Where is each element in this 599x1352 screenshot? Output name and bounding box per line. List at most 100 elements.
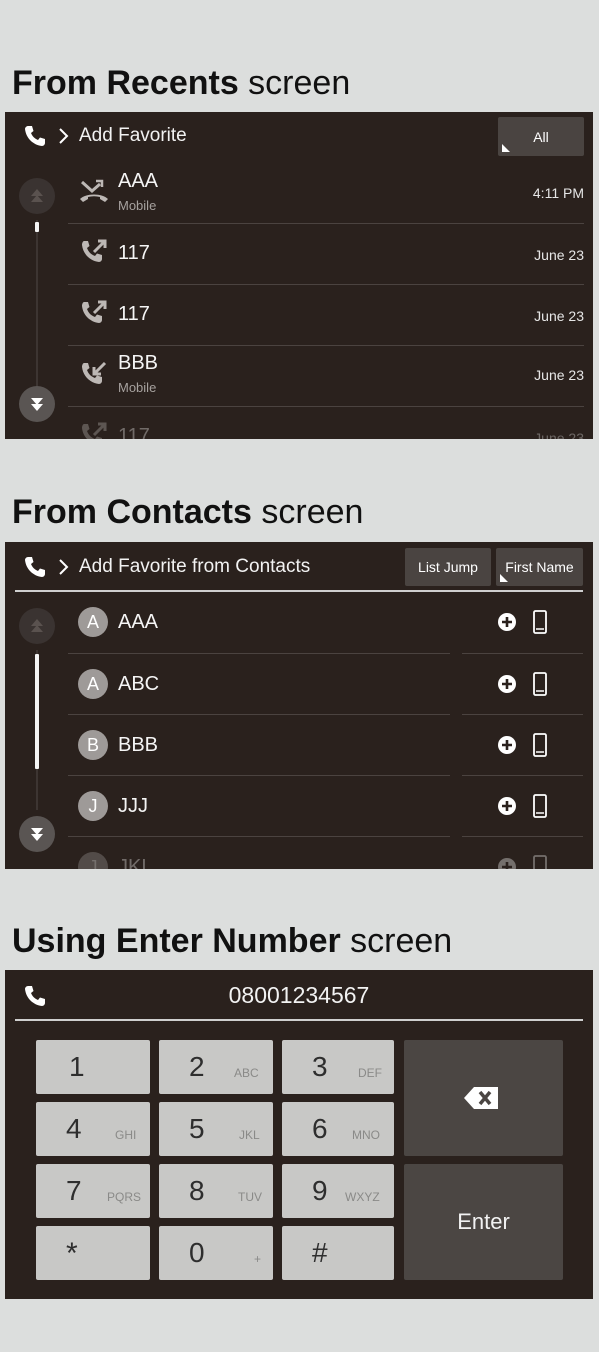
key-digit: 0 [189,1237,205,1268]
recent-call-row[interactable]: BBB Mobile June 23 [68,346,584,407]
contacts-header: Add Favorite from Contacts List Jump Fir… [5,542,593,590]
key-digit: 3 [312,1051,328,1082]
scroll-thumb[interactable] [35,222,39,232]
mobile-phone-icon[interactable] [532,733,548,757]
key-digit: 5 [189,1113,205,1144]
recent-time: June 23 [534,308,584,324]
contact-row[interactable]: J JJJ [68,776,584,837]
recent-name: 117 [118,242,150,264]
section-heading-bold: From Contacts [12,493,252,531]
key-1[interactable]: 1 [36,1040,150,1094]
recent-name: 117 [118,303,150,325]
scroll-rail[interactable] [36,220,38,390]
list-jump-button[interactable]: List Jump [405,548,491,586]
scroll-thumb[interactable] [35,654,39,769]
contact-row[interactable]: J JKL [68,837,584,869]
contact-row[interactable]: A AAA [68,592,584,653]
recent-call-row[interactable]: 117 June 23 [68,285,584,346]
phone-icon[interactable] [23,124,47,148]
contact-name: BBB [118,734,159,756]
scroll-down-button[interactable] [19,816,55,852]
key-6[interactable]: 6 MNO [282,1102,394,1156]
add-plus-icon[interactable] [498,613,516,631]
missed-call-icon [78,174,110,206]
contact-row[interactable]: A ABC [68,654,584,715]
mobile-phone-icon[interactable] [532,672,548,696]
key-letters: WXYZ [345,1190,380,1204]
key-7[interactable]: 7 PQRS [36,1164,150,1218]
chevron-right-icon [57,557,71,577]
double-chevron-down-icon [31,828,43,841]
key-letters: MNO [352,1128,380,1142]
key-letters: ABC [234,1066,259,1080]
add-plus-icon[interactable] [498,736,516,754]
recent-number-type: Mobile [118,380,157,395]
key-digit: 8 [189,1175,205,1206]
key-digit: * [66,1237,78,1270]
enter-button[interactable]: Enter [404,1164,563,1280]
mobile-phone-icon[interactable] [532,610,548,634]
recent-time: June 23 [534,247,584,263]
page-title: Add Favorite from Contacts [79,556,311,577]
recent-name: 117 [118,425,150,439]
scroll-up-button[interactable] [19,608,55,644]
recent-time: June 23 [534,430,584,439]
outgoing-call-icon [78,238,110,270]
recent-call-row[interactable]: AAA Mobile 4:11 PM [68,162,584,223]
scroll-up-button[interactable] [19,178,55,214]
add-plus-icon[interactable] [498,858,516,869]
section-heading-bold: Using Enter Number [12,922,341,960]
section-heading-rest: screen [238,64,351,102]
recent-call-row[interactable]: 117 June 23 [68,224,584,285]
phone-icon[interactable] [23,555,47,579]
key-star[interactable]: * [36,1226,150,1280]
filter-all-button[interactable]: All [498,117,584,156]
chevron-right-icon [57,126,71,146]
key-letters: GHI [115,1128,137,1142]
list-jump-label: List Jump [418,559,478,575]
add-plus-icon[interactable] [498,675,516,693]
backspace-button[interactable] [404,1040,563,1156]
key-hash[interactable]: # [282,1226,394,1280]
recent-name: AAA [118,170,159,192]
enter-number-screen: 08001234567 1 2 ABC 3 DEF 4 GHI 5 JKL 6 … [5,970,593,1299]
key-9[interactable]: 9 WXYZ [282,1164,394,1218]
key-0[interactable]: 0 + [159,1226,273,1280]
filter-all-label: All [533,128,549,145]
sort-first-name-button[interactable]: First Name [496,548,583,586]
double-chevron-up-icon [31,619,43,632]
recent-time: June 23 [534,367,584,383]
backspace-icon [462,1084,502,1112]
key-digit: 7 [66,1175,82,1206]
key-3[interactable]: 3 DEF [282,1040,394,1094]
double-chevron-down-icon [31,398,43,411]
contact-avatar: J [78,852,108,869]
key-letters: JKL [239,1128,260,1142]
key-8[interactable]: 8 TUV [159,1164,273,1218]
contact-name: AAA [118,611,159,633]
key-5[interactable]: 5 JKL [159,1102,273,1156]
sort-label: First Name [505,559,574,575]
key-2[interactable]: 2 ABC [159,1040,273,1094]
scroll-down-button[interactable] [19,386,55,422]
section-heading-rest: screen [340,922,453,960]
page-title: Add Favorite [79,125,187,146]
recent-call-row[interactable]: 117 June 23 [68,407,584,439]
key-letters: + [254,1252,262,1266]
add-plus-icon[interactable] [498,797,516,815]
enter-label: Enter [457,1209,510,1234]
contact-row[interactable]: B BBB [68,715,584,776]
key-letters: PQRS [107,1190,142,1204]
double-chevron-up-icon [31,189,43,202]
dropdown-corner-icon [500,574,508,582]
mobile-phone-icon[interactable] [532,794,548,818]
key-4[interactable]: 4 GHI [36,1102,150,1156]
key-digit: 6 [312,1113,328,1144]
key-letters: TUV [238,1190,262,1204]
contact-name: JJJ [118,795,148,817]
section-heading-rest: screen [251,493,364,531]
key-digit: 1 [69,1051,85,1082]
contact-avatar: A [78,669,108,699]
recent-number-type: Mobile [118,198,157,213]
mobile-phone-icon[interactable] [532,855,548,869]
